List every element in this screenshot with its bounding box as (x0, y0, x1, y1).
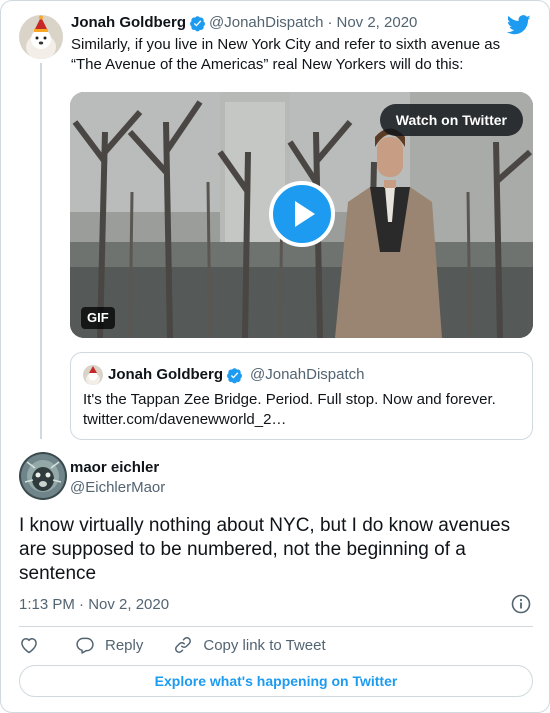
author-name[interactable]: maor eichler (70, 459, 159, 477)
quoted-tweet-text: It's the Tappan Zee Bridge. Period. Full… (83, 390, 520, 430)
author-name[interactable]: Jonah Goldberg (71, 13, 186, 33)
gif-media[interactable]: Watch on Twitter GIF (70, 92, 533, 338)
reply-icon (76, 637, 94, 654)
tweet-text: Similarly, if you live in New York City … (71, 36, 501, 73)
parent-tweet-content: Jonah Goldberg @JonahDispatch · Nov 2, 2… (71, 13, 533, 75)
quoted-tweet-header: Jonah Goldberg @JonahDispatch (83, 365, 520, 385)
watch-on-twitter-button[interactable]: Watch on Twitter (379, 104, 523, 136)
quoted-text: It's the Tappan Zee Bridge. Period. Full… (83, 391, 496, 408)
quoted-link[interactable]: twitter.com/davenewworld_2… (83, 411, 286, 428)
tweet-timestamp[interactable]: 1:13 PM · Nov 2, 2020 (19, 595, 169, 615)
author-handle[interactable]: @JonahDispatch (209, 13, 323, 33)
link-icon (175, 637, 192, 653)
verified-badge-icon (227, 367, 242, 383)
author-handle: @JonahDispatch (250, 366, 365, 383)
author-handle[interactable]: @EichlerMaor (70, 479, 165, 497)
quoted-tweet[interactable]: Jonah Goldberg @JonahDispatch It's the T… (70, 352, 533, 440)
explore-twitter-button[interactable]: Explore what's happening on Twitter (19, 665, 533, 697)
tweet-date[interactable]: Nov 2, 2020 (336, 13, 417, 33)
play-button[interactable] (269, 181, 335, 247)
thread-connector-line (40, 63, 42, 439)
play-icon (295, 201, 315, 227)
copy-link-label: Copy link to Tweet (203, 636, 326, 654)
separator-dot: · (327, 14, 333, 31)
reply-button[interactable]: Reply (75, 635, 143, 655)
avatar[interactable] (19, 452, 67, 500)
like-button[interactable] (19, 635, 39, 655)
heart-icon (21, 638, 37, 654)
tweet-actions: Reply Copy link to Tweet (19, 635, 356, 655)
tweet-embed-card: Jonah Goldberg @JonahDispatch · Nov 2, 2… (0, 0, 550, 713)
avatar (83, 365, 103, 385)
info-icon[interactable] (511, 594, 531, 614)
copy-link-button[interactable]: Copy link to Tweet (173, 635, 326, 655)
avatar[interactable] (19, 15, 63, 59)
tweet-text: I know virtually nothing about NYC, but … (19, 515, 511, 584)
divider (19, 626, 533, 627)
author-name: Jonah Goldberg (108, 366, 224, 383)
parent-tweet-header: Jonah Goldberg @JonahDispatch · Nov 2, 2… (71, 13, 533, 33)
gif-badge: GIF (81, 307, 115, 329)
reply-label: Reply (105, 636, 144, 654)
verified-badge-icon (190, 15, 205, 31)
